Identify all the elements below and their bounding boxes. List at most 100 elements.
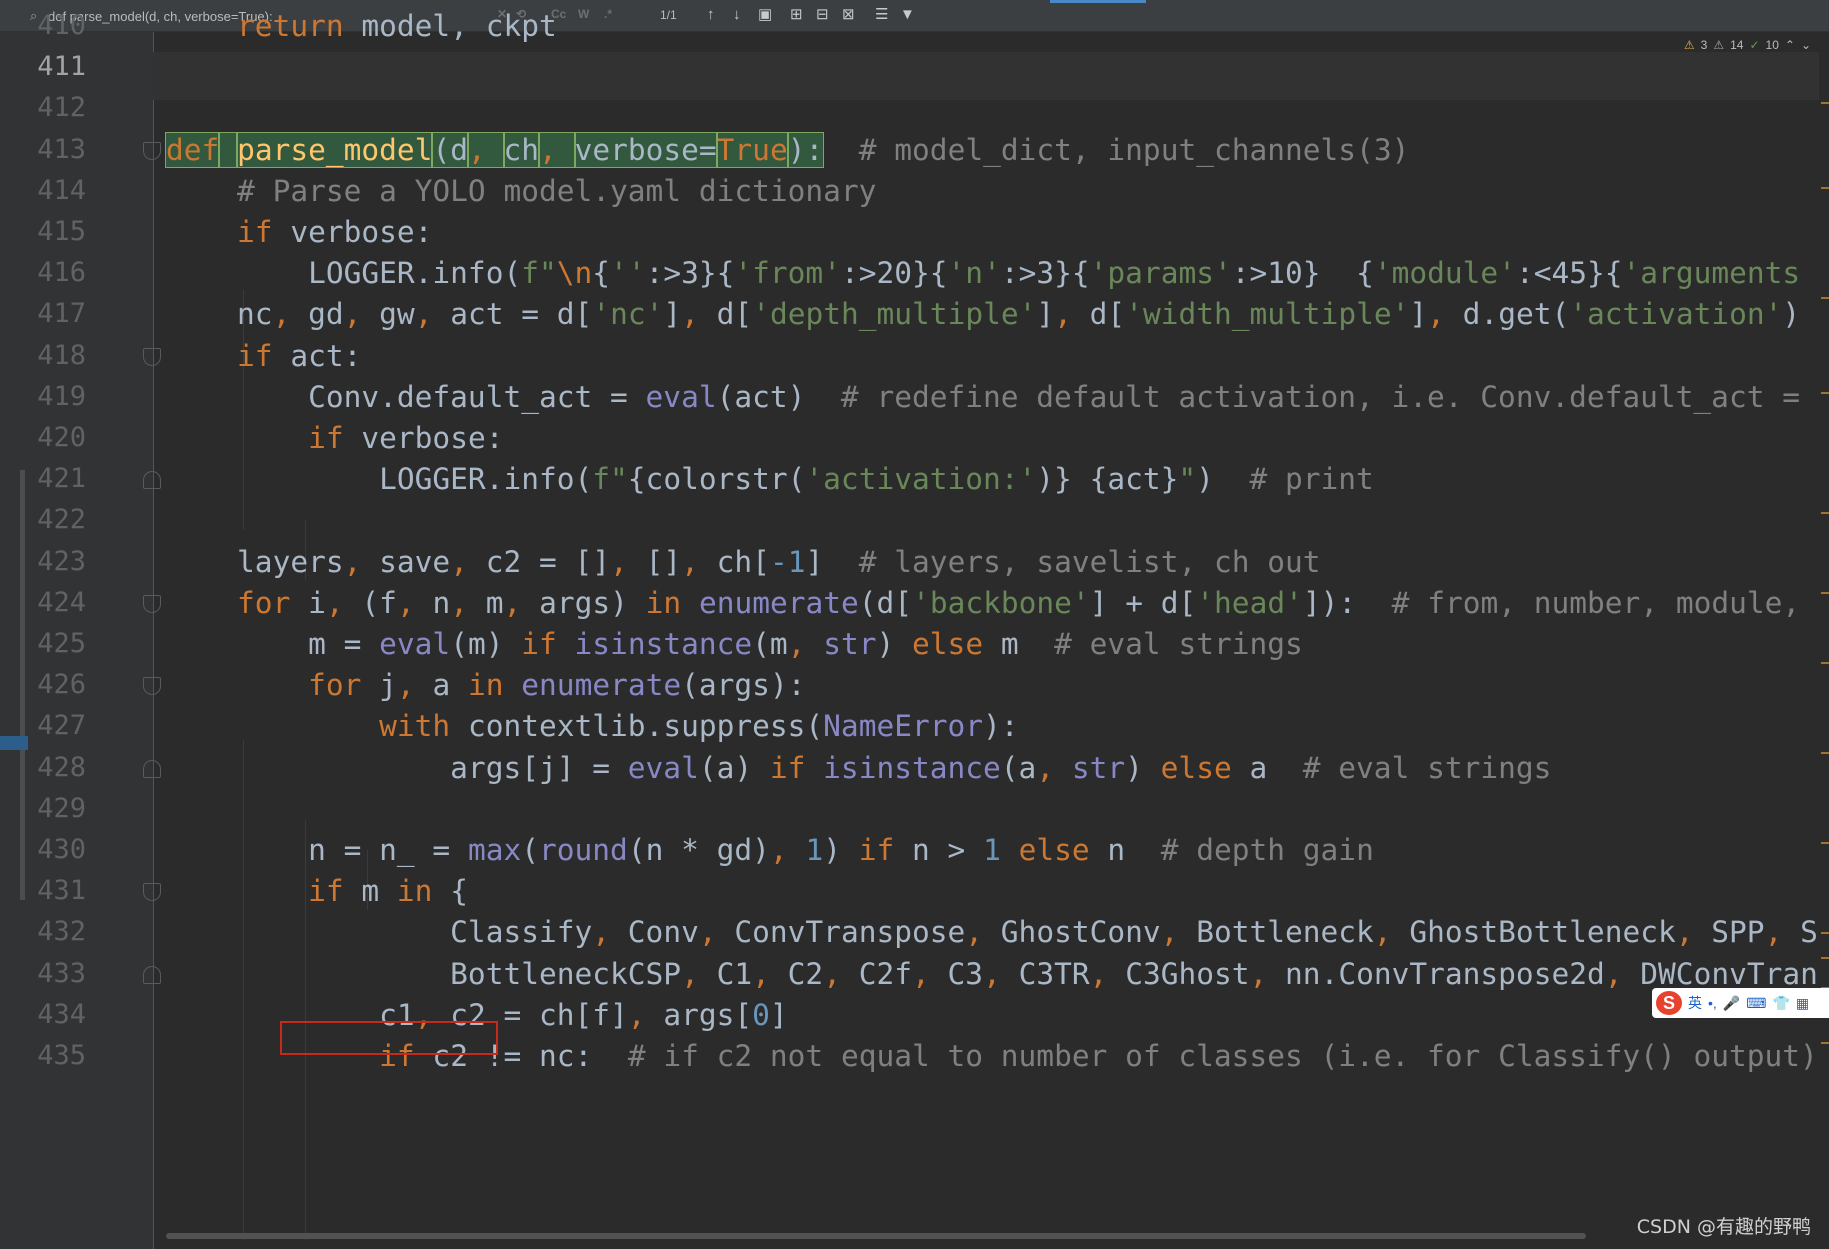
code-token: 'n': [947, 256, 1001, 291]
code-token: for: [237, 585, 291, 620]
code-token: if: [308, 421, 344, 455]
code-token: ): [1196, 462, 1250, 497]
toolbox-icon[interactable]: ▦: [1796, 995, 1809, 1012]
code-token: n = n_ =: [166, 833, 468, 867]
fold-toggle-icon[interactable]: [143, 883, 161, 902]
microphone-icon[interactable]: 🎤: [1723, 995, 1740, 1012]
code-token: ,: [503, 585, 540, 620]
code-token: ,: [1089, 956, 1126, 991]
ime-toolbar[interactable]: S 英 •, 🎤 ⌨ 👕 ▦: [1652, 988, 1829, 1018]
code-token: else: [912, 627, 984, 661]
code-token: DWConvTran: [1640, 956, 1818, 991]
code-token: [218, 131, 239, 168]
keyboard-icon[interactable]: ⌨: [1746, 995, 1766, 1012]
fold-toggle-icon[interactable]: [143, 759, 161, 778]
code-token: if: [237, 338, 273, 373]
code-token: in: [467, 668, 504, 703]
code-token: (d: [431, 131, 469, 168]
code-token: True: [715, 131, 789, 168]
fold-toggle-icon[interactable]: [143, 347, 161, 366]
code-token: (n * gd): [627, 833, 770, 867]
fold-toggle-icon[interactable]: [143, 677, 161, 696]
code-token: n: [1089, 833, 1161, 867]
fold-toggle-icon[interactable]: [143, 965, 161, 984]
code-token: eval: [379, 627, 451, 661]
fold-toggle-icon[interactable]: [143, 471, 161, 490]
code-token: 'activation': [1569, 297, 1783, 332]
code-token: Classify: [166, 915, 593, 950]
code-token: ,: [1604, 956, 1641, 991]
fold-toggle-icon[interactable]: [143, 594, 161, 613]
code-token: n >: [894, 833, 984, 867]
code-token: ,: [787, 627, 824, 661]
code-token: nc: [166, 297, 273, 332]
ime-logo: S: [1656, 991, 1682, 1015]
code-token: ]: [1409, 297, 1428, 332]
horizontal-scrollbar[interactable]: [166, 1233, 1586, 1239]
code-token: ,: [1160, 915, 1197, 950]
code-token: for: [308, 668, 362, 703]
code-token: 'arguments: [1622, 256, 1801, 291]
code-token: # print: [1249, 462, 1374, 497]
code-token: SPP: [1711, 915, 1765, 950]
code-token: ): [1125, 750, 1161, 785]
fold-toggle-icon[interactable]: [143, 141, 161, 160]
code-token: m: [343, 874, 397, 909]
code-token: args): [539, 585, 646, 620]
code-token: gw: [379, 297, 415, 332]
code-token: :>3}{: [645, 256, 735, 291]
code-token: ,: [343, 544, 380, 579]
code-token: Bottleneck: [1196, 915, 1374, 950]
code-token: isinstance: [823, 750, 1001, 785]
code-token: ,: [1427, 297, 1463, 332]
code-token: ConvTranspose: [734, 915, 966, 950]
code-token: d.get(: [1462, 297, 1570, 332]
code-token: d[: [716, 297, 753, 332]
code-token: ,: [450, 585, 486, 620]
line-number[interactable]: 435: [34, 1032, 86, 1080]
code-token: ,: [414, 297, 451, 332]
code-token: str: [1071, 750, 1126, 785]
code-token: model, ckpt: [343, 9, 557, 43]
code-token: ,: [912, 956, 948, 991]
code-token: (a: [1000, 750, 1037, 785]
code-token: verbose:: [343, 421, 504, 455]
code-token: ): [876, 627, 913, 661]
code-token: ,: [325, 585, 362, 620]
code-token: )}: [1036, 462, 1072, 497]
ime-language[interactable]: 英: [1688, 993, 1702, 1013]
code-token: C3: [947, 956, 984, 991]
code-token: '': [610, 256, 646, 291]
skin-icon[interactable]: 👕: [1772, 995, 1789, 1012]
code-token: :>20}{: [840, 256, 948, 291]
code-token: ,: [450, 544, 486, 579]
ime-punctuation[interactable]: •,: [1708, 995, 1717, 1011]
code-token: ,: [769, 833, 806, 867]
code-token: ,: [466, 131, 505, 168]
code-token: ,: [965, 915, 1001, 950]
code-token: 1: [983, 833, 1001, 867]
code-token: GhostConv: [1000, 915, 1161, 950]
code-token: {: [432, 874, 468, 909]
code-token: j: [361, 668, 397, 703]
code-token: (: [521, 833, 539, 867]
code-token: # Parse a YOLO model.yaml dictionary: [237, 173, 877, 208]
error-stripe[interactable]: [1819, 32, 1829, 1249]
code-token: 'nc': [592, 297, 664, 332]
code-token: in: [645, 585, 682, 620]
code-token: ):: [983, 709, 1019, 744]
code-token: ]):: [1302, 585, 1392, 620]
code-token: (d[: [858, 585, 913, 620]
code-token: :>10}: [1231, 256, 1321, 291]
code-line[interactable]: 435 if c2 != nc: # if c2 not equal to nu…: [0, 1032, 1829, 1080]
code-token: NameError: [823, 709, 984, 744]
code-token: ]: [1036, 297, 1055, 332]
code-token: act:: [272, 338, 362, 373]
code-token: # layers, savelist, ch out: [858, 544, 1321, 579]
